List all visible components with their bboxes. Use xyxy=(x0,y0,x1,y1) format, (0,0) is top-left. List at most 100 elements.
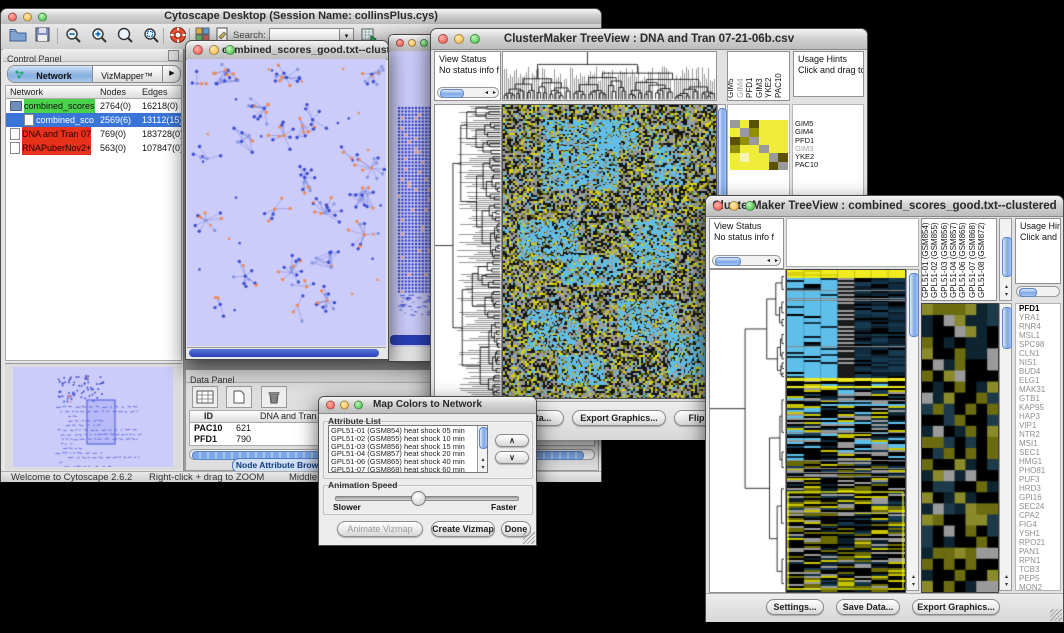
heatmap-vscrollbar[interactable]: ▴ ▾ xyxy=(906,269,919,591)
create-vizmap-button[interactable]: Create Vizmap xyxy=(431,521,495,537)
matrix-cell[interactable] xyxy=(769,162,779,170)
column-labels-vscrollbar[interactable]: ▴ ▾ xyxy=(999,218,1012,301)
zoom-heatmap-canvas[interactable] xyxy=(921,303,999,593)
network-view-window-grid[interactable] xyxy=(388,34,436,362)
network-canvas[interactable] xyxy=(187,59,386,346)
attribute-list[interactable]: GPL51-01 (GSM854) heat shock 05 minGPL51… xyxy=(328,425,488,473)
matrix-cell[interactable] xyxy=(769,120,779,128)
column-dendrogram-area[interactable] xyxy=(786,218,919,267)
minimize-button[interactable] xyxy=(729,201,739,211)
view-status-hscrollbar[interactable]: ◂ ▸ xyxy=(437,87,499,98)
close-button[interactable] xyxy=(396,39,404,47)
matrix-cell[interactable] xyxy=(730,128,740,136)
open-file-icon[interactable] xyxy=(9,27,31,45)
zoom-vscrollbar[interactable]: ▴ ▾ xyxy=(999,303,1012,591)
tab-vizmapper[interactable]: VizMapper™ xyxy=(92,66,162,82)
matrix-cell[interactable] xyxy=(749,153,759,161)
matrix-cell[interactable] xyxy=(730,137,740,145)
slider-thumb[interactable] xyxy=(411,491,426,506)
scrollbar-thumb[interactable] xyxy=(479,427,488,449)
matrix-cell[interactable] xyxy=(769,145,779,153)
matrix-cell[interactable] xyxy=(749,120,759,128)
column-dendrogram-canvas[interactable] xyxy=(502,51,717,101)
matrix-cell[interactable] xyxy=(778,137,788,145)
map-colors-dialog[interactable]: Map Colors to Network Attribute List GPL… xyxy=(318,396,537,546)
title-bar[interactable]: Cytoscape Desktop (Session Name: collins… xyxy=(1,9,601,25)
close-button[interactable] xyxy=(326,401,335,410)
scrollbar-thumb[interactable] xyxy=(715,257,741,266)
col-network[interactable]: Network xyxy=(10,86,43,98)
matrix-cell[interactable] xyxy=(759,153,769,161)
scroll-left-icon[interactable]: ◂ xyxy=(767,257,770,264)
close-button[interactable] xyxy=(8,12,17,21)
scroll-right-icon[interactable]: ▸ xyxy=(775,257,778,264)
scrollbar-thumb[interactable] xyxy=(440,89,464,98)
save-data-button[interactable]: Save Data... xyxy=(836,599,900,615)
zoom-out-icon[interactable] xyxy=(65,27,87,45)
zoom-button[interactable] xyxy=(354,401,363,410)
col-nodes[interactable]: Nodes xyxy=(100,86,126,98)
minimize-button[interactable] xyxy=(23,12,32,21)
zoom-button[interactable] xyxy=(38,12,47,21)
col-edges[interactable]: Edges xyxy=(142,86,168,98)
trash-icon[interactable] xyxy=(261,386,287,408)
row-dendrogram-canvas[interactable] xyxy=(709,269,786,593)
hscrollbar[interactable] xyxy=(187,347,386,358)
network-overview-canvas[interactable] xyxy=(13,367,173,467)
matrix-cell[interactable] xyxy=(759,145,769,153)
move-up-button[interactable]: ∧ xyxy=(495,434,529,447)
zoom-button[interactable] xyxy=(470,34,480,44)
matrix-cell[interactable] xyxy=(740,153,750,161)
scrollbar-thumb[interactable] xyxy=(909,273,919,337)
treeview-window-combined[interactable]: ClusterMaker TreeView : combined_scores_… xyxy=(705,195,1064,622)
matrix-cell[interactable] xyxy=(778,162,788,170)
matrix-cell[interactable] xyxy=(740,128,750,136)
matrix-cell[interactable] xyxy=(749,162,759,170)
matrix-cell[interactable] xyxy=(730,120,740,128)
export-graphics-button[interactable]: Export Graphics... xyxy=(912,599,1000,615)
scrollbar-thumb[interactable] xyxy=(1002,237,1012,277)
zoom-in-icon[interactable] xyxy=(91,27,113,45)
resize-grip[interactable] xyxy=(523,532,535,544)
close-button[interactable] xyxy=(713,201,723,211)
animate-vizmap-button[interactable]: Animate Vizmap xyxy=(337,521,423,537)
matrix-cell[interactable] xyxy=(740,120,750,128)
matrix-cell[interactable] xyxy=(730,153,740,161)
matrix-cell[interactable] xyxy=(759,120,769,128)
scroll-up-icon[interactable]: ▴ xyxy=(1000,284,1013,291)
matrix-cell[interactable] xyxy=(740,145,750,153)
float-panel-icon[interactable] xyxy=(168,50,179,61)
zoom-button[interactable] xyxy=(420,39,428,47)
usage-hints-hscrollbar[interactable] xyxy=(1016,286,1060,297)
scroll-up-icon[interactable]: ▴ xyxy=(1000,574,1013,581)
hscrollbar-thumb[interactable] xyxy=(390,335,434,345)
matrix-cell[interactable] xyxy=(778,128,788,136)
move-down-button[interactable]: ∨ xyxy=(495,451,529,464)
close-button[interactable] xyxy=(438,34,448,44)
table-icon[interactable] xyxy=(192,386,218,408)
attribute-list-vscrollbar[interactable]: ▴ ▾ xyxy=(477,426,487,472)
matrix-cell[interactable] xyxy=(730,162,740,170)
matrix-cell[interactable] xyxy=(759,128,769,136)
network-list-row[interactable]: combined_scores2764(0)16218(0) xyxy=(6,99,181,113)
matrix-cell[interactable] xyxy=(740,162,750,170)
resize-grip[interactable] xyxy=(1050,609,1062,621)
matrix-cell[interactable] xyxy=(749,137,759,145)
matrix-cell[interactable] xyxy=(769,128,779,136)
matrix-cell[interactable] xyxy=(759,162,769,170)
matrix-cell[interactable] xyxy=(778,120,788,128)
grid-network-canvas[interactable] xyxy=(390,51,434,347)
heatmap-canvas[interactable] xyxy=(502,104,717,399)
save-icon[interactable] xyxy=(35,27,57,45)
matrix-cell[interactable] xyxy=(740,137,750,145)
heatmap-canvas[interactable] xyxy=(786,269,906,593)
scroll-right-icon[interactable]: ▸ xyxy=(493,89,496,96)
scroll-up-icon[interactable]: ▴ xyxy=(907,574,920,581)
minimize-button[interactable] xyxy=(209,45,219,55)
animation-speed-slider[interactable] xyxy=(335,496,519,501)
minimize-button[interactable] xyxy=(454,34,464,44)
new-document-icon[interactable] xyxy=(226,386,252,408)
scrollbar-thumb[interactable] xyxy=(1002,307,1012,349)
scroll-down-icon[interactable]: ▾ xyxy=(1000,582,1013,589)
scroll-down-icon[interactable]: ▾ xyxy=(1000,292,1013,299)
